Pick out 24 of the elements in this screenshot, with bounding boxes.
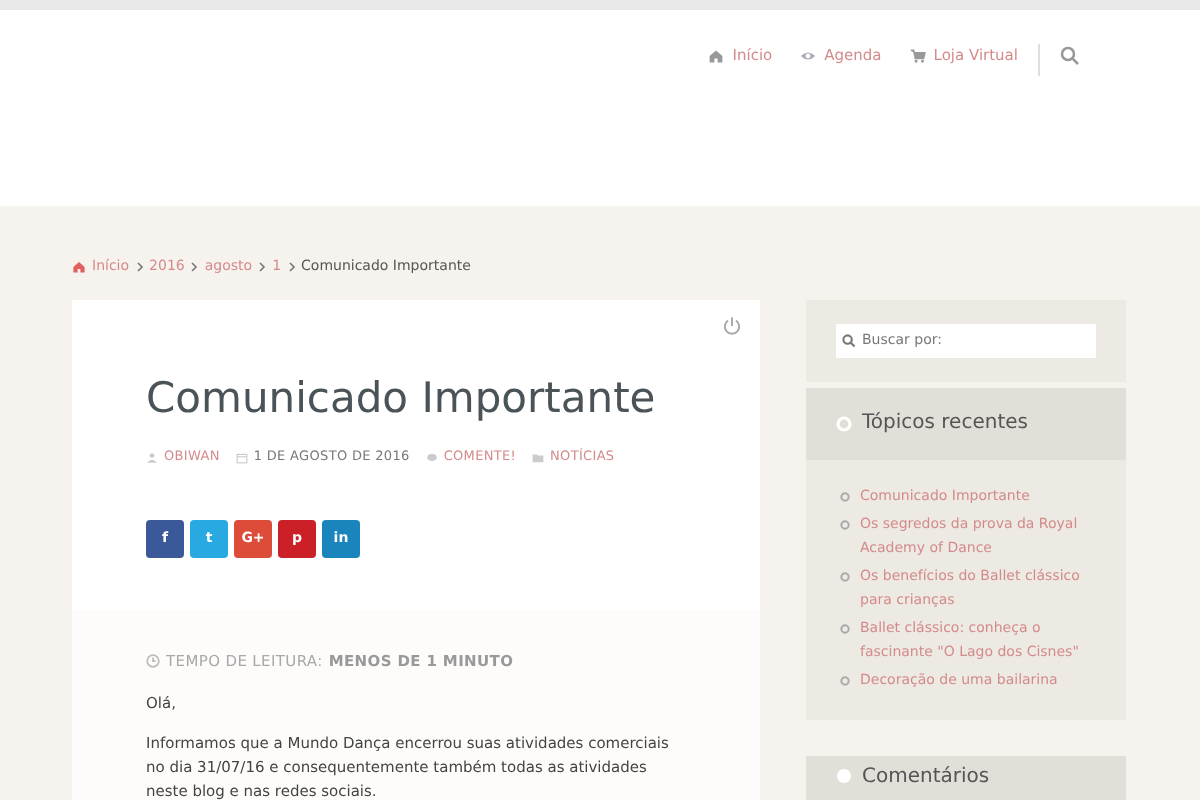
home-icon <box>708 47 725 64</box>
chevron-icon <box>135 261 144 272</box>
power-icon[interactable] <box>722 315 742 335</box>
user-icon <box>146 451 158 464</box>
speech-bubble-icon <box>425 451 438 464</box>
bullet-icon <box>840 519 850 529</box>
bullet-icon <box>840 491 850 501</box>
chevron-icon <box>287 261 296 272</box>
home-icon <box>72 259 86 274</box>
widget-title: Tópicos recentes <box>862 410 1028 438</box>
eye-icon <box>800 47 817 64</box>
search-icon <box>842 333 856 347</box>
bullet-icon <box>840 623 850 633</box>
bullet-icon <box>840 675 850 685</box>
cart-icon <box>909 47 926 64</box>
chevron-icon <box>190 261 199 272</box>
clock-icon <box>146 653 160 668</box>
chevron-icon <box>258 261 267 272</box>
widget-title: Comentários <box>862 767 990 787</box>
calendar-icon <box>235 451 248 464</box>
post-title: Comunicado Importante <box>146 371 658 424</box>
folder-icon <box>532 451 545 464</box>
bullet-icon <box>840 571 850 581</box>
search-icon[interactable] <box>1060 46 1080 66</box>
